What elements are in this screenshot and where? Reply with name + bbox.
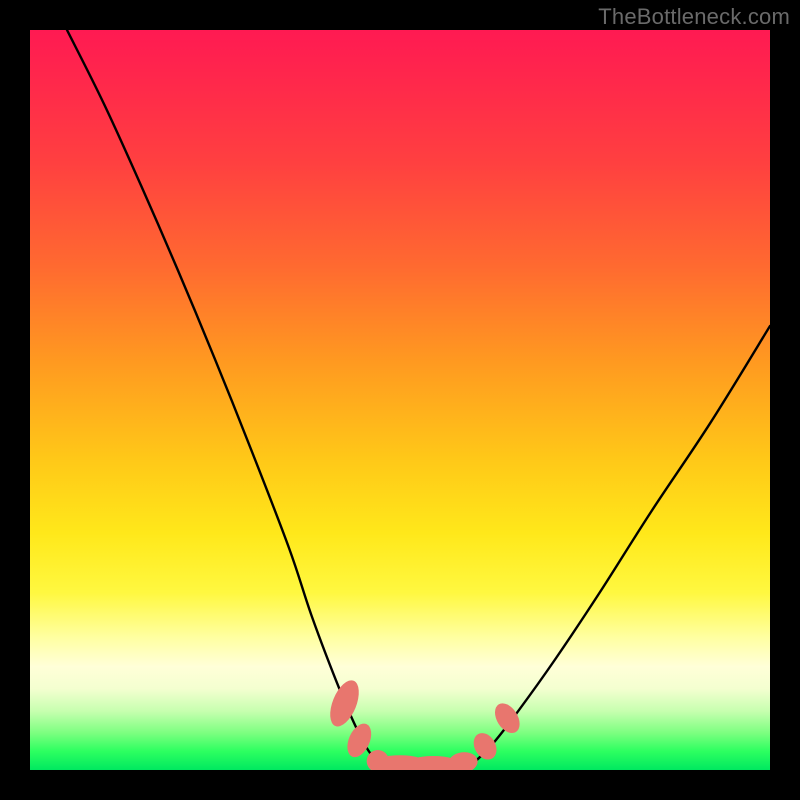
marker-dot [490, 699, 525, 738]
chart-frame: TheBottleneck.com [0, 0, 800, 800]
chart-lines [67, 30, 770, 768]
series-right-curve [474, 326, 770, 763]
marker-dot [324, 676, 364, 730]
chart-svg [30, 30, 770, 770]
chart-plot-area [30, 30, 770, 770]
series-left-curve [67, 30, 378, 763]
marker-dot [447, 750, 479, 770]
watermark-text: TheBottleneck.com [598, 4, 790, 30]
